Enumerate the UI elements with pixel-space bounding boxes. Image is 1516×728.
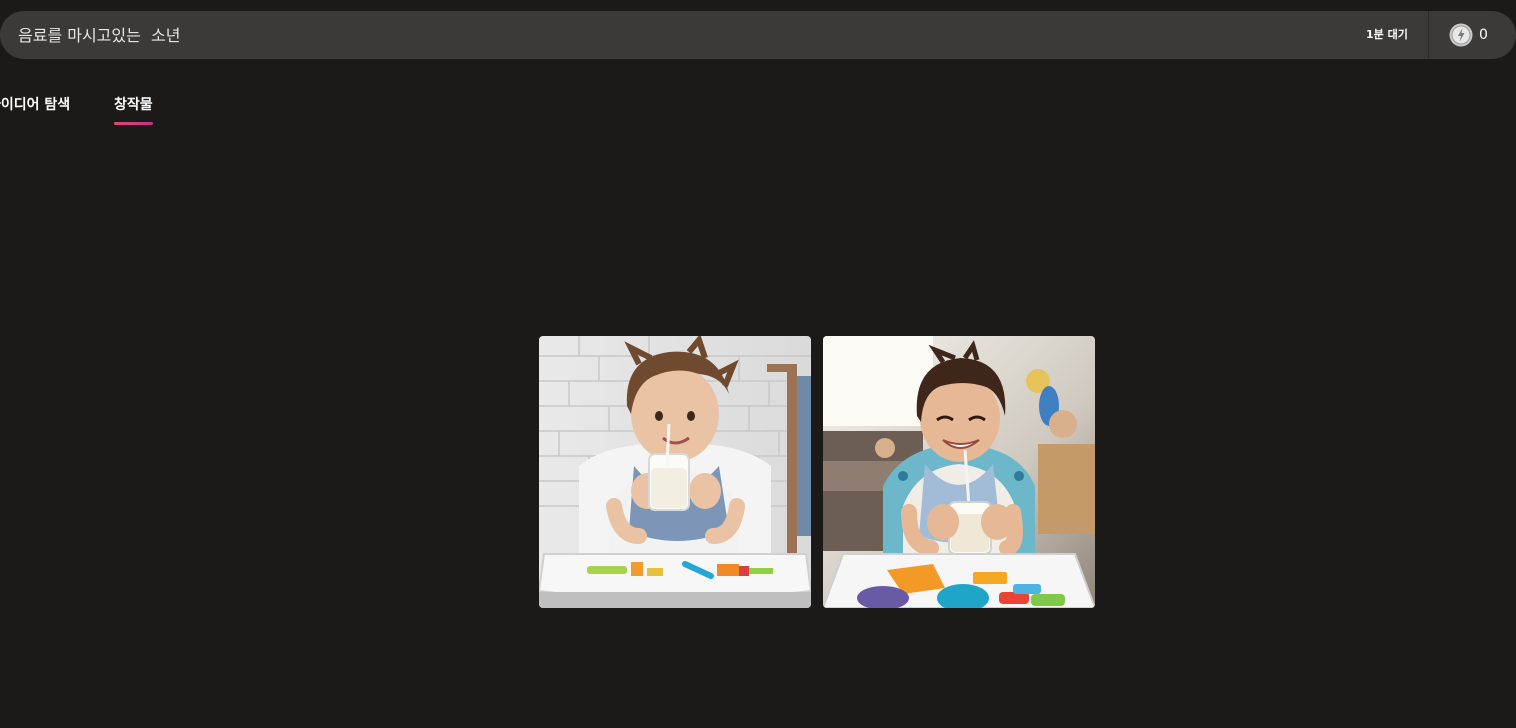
image-creator-page: 음료를 마시고있는 소년 1분 대기 0 아이디어 탐색 창작물 — [0, 0, 1516, 728]
generated-image-2-picture — [823, 336, 1095, 608]
prompt-bar[interactable]: 음료를 마시고있는 소년 1분 대기 0 — [0, 11, 1516, 59]
divider — [1428, 11, 1429, 59]
tab-creations[interactable]: 창작물 — [114, 92, 153, 125]
generated-image-1[interactable] — [539, 336, 811, 608]
prompt-text[interactable]: 음료를 마시고있는 소년 — [18, 11, 180, 59]
active-tab-indicator — [114, 122, 153, 125]
generated-image-1-picture — [539, 336, 811, 608]
tab-explore-ideas[interactable]: 아이디어 탐색 — [0, 92, 70, 124]
generated-image-2[interactable] — [823, 336, 1095, 608]
wait-time-label: 1분 대기 — [1366, 28, 1408, 41]
image-gallery — [539, 336, 1095, 608]
tab-label: 창작물 — [114, 97, 153, 113]
tab-label: 아이디어 탐색 — [0, 97, 71, 113]
coin-count: 0 — [1479, 27, 1488, 43]
coin-icon — [1449, 23, 1473, 47]
boost-coins[interactable]: 0 — [1449, 23, 1488, 47]
